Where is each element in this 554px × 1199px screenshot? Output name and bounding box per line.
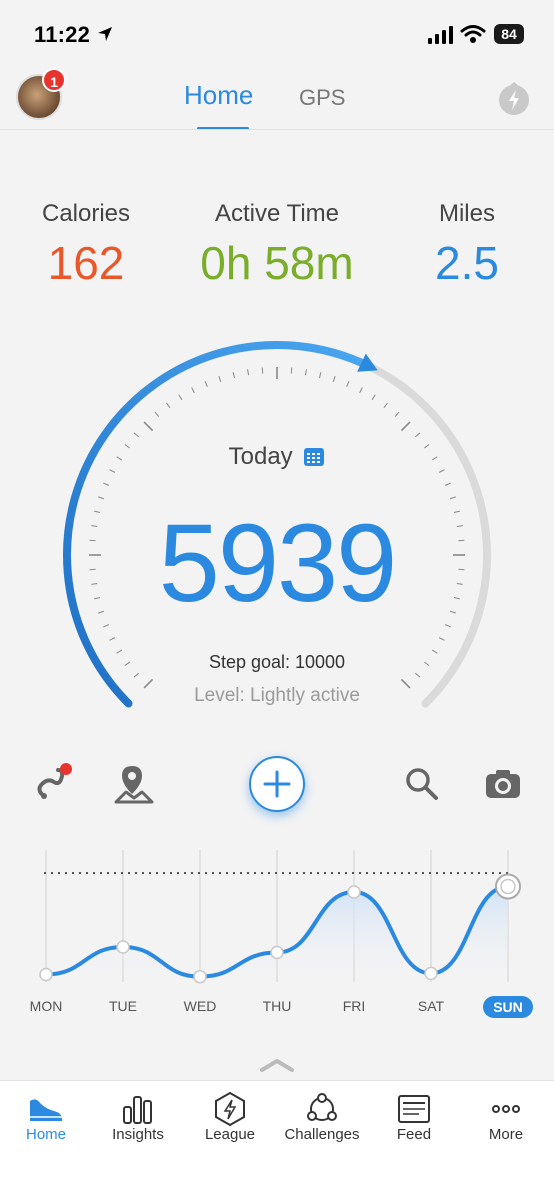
nav-home-label[interactable]: Home bbox=[0, 1126, 92, 1143]
gauge-tick bbox=[154, 411, 160, 417]
search-icon[interactable] bbox=[404, 766, 440, 802]
gauge-tick bbox=[371, 394, 376, 401]
shoe-icon bbox=[30, 1099, 62, 1121]
gauge-tick bbox=[444, 482, 451, 486]
nav-insights[interactable] bbox=[92, 1092, 184, 1126]
day-label-fri[interactable]: FRI bbox=[324, 998, 384, 1014]
nav-more[interactable] bbox=[460, 1092, 552, 1126]
gauge-tick bbox=[166, 402, 171, 409]
active-time-label: Active Time bbox=[214, 200, 340, 227]
day-label-sun[interactable]: SUN bbox=[483, 996, 533, 1018]
challenges-icon bbox=[307, 1093, 337, 1121]
gauge-tick bbox=[415, 432, 421, 438]
gauge-tick bbox=[359, 387, 363, 394]
add-activity-button[interactable] bbox=[249, 756, 305, 812]
day-label-mon[interactable]: MON bbox=[16, 998, 76, 1014]
active-time-value: 0h 58m bbox=[200, 237, 354, 289]
day-point bbox=[116, 940, 130, 954]
day-point bbox=[39, 967, 53, 982]
gauge-tick bbox=[400, 421, 411, 432]
step-count: 5939 bbox=[158, 502, 398, 625]
gauge-tick bbox=[346, 381, 350, 388]
chevron-up-icon[interactable] bbox=[260, 1058, 294, 1072]
gauge-tick bbox=[449, 496, 456, 500]
notification-badge: 1 bbox=[42, 68, 66, 92]
gauge-tick bbox=[218, 376, 222, 383]
calories-label: Calories bbox=[41, 200, 131, 227]
gauge-tick bbox=[247, 369, 250, 376]
gauge-tick bbox=[394, 411, 400, 417]
tab-home[interactable]: Home bbox=[184, 80, 253, 111]
bar-chart-icon bbox=[123, 1096, 152, 1124]
day-label-tue[interactable]: TUE bbox=[93, 998, 153, 1014]
day-point bbox=[500, 878, 516, 895]
day-label-thu[interactable]: THU bbox=[247, 998, 307, 1014]
nav-league-label[interactable]: League bbox=[184, 1126, 276, 1143]
nav-more-label[interactable]: More bbox=[460, 1126, 552, 1143]
add-icon bbox=[263, 770, 291, 798]
today-label[interactable]: Today bbox=[0, 443, 554, 471]
nav-feed[interactable] bbox=[368, 1092, 460, 1126]
miles-label: Miles bbox=[438, 200, 495, 227]
nav-home[interactable] bbox=[0, 1092, 92, 1126]
day-label-wed[interactable]: WED bbox=[170, 998, 230, 1014]
gauge-tick bbox=[178, 394, 183, 401]
more-icon bbox=[492, 1105, 520, 1113]
day-point bbox=[270, 945, 284, 960]
gauge-tick bbox=[133, 672, 139, 678]
nav-insights-label[interactable]: Insights bbox=[92, 1126, 184, 1143]
day-point bbox=[347, 885, 361, 899]
nav-league[interactable] bbox=[184, 1092, 276, 1126]
gauge-tick bbox=[143, 421, 154, 432]
battery-level: 84 bbox=[494, 24, 524, 44]
calories-value: 162 bbox=[47, 237, 125, 289]
nav-feed-label[interactable]: Feed bbox=[368, 1126, 460, 1143]
day-point bbox=[193, 969, 207, 984]
miles-value: 2.5 bbox=[435, 237, 499, 289]
gauge-tick bbox=[133, 432, 139, 438]
map-pin-icon[interactable] bbox=[112, 762, 156, 806]
app-screen: 11:22 84 1 Home GPS Calories 162 Active … bbox=[0, 0, 554, 1199]
today-text: Today bbox=[228, 443, 293, 470]
gauge-tick bbox=[191, 387, 195, 394]
nav-challenges-label[interactable]: Challenges bbox=[276, 1126, 368, 1143]
gauge-tick bbox=[109, 637, 116, 641]
gauge-tick bbox=[319, 372, 322, 379]
gauge-tick bbox=[415, 672, 421, 678]
day-label-sat[interactable]: SAT bbox=[401, 998, 461, 1014]
location-arrow-icon bbox=[98, 27, 112, 41]
nav-challenges[interactable] bbox=[276, 1092, 368, 1126]
gauge-tick bbox=[98, 496, 105, 500]
gauge-tick bbox=[332, 376, 336, 383]
feed-icon bbox=[398, 1095, 430, 1123]
gauge-tick bbox=[304, 369, 307, 376]
gauge-tick bbox=[103, 482, 110, 486]
status-time: 11:22 bbox=[34, 22, 91, 47]
gauge-tick bbox=[383, 402, 388, 409]
route-icon[interactable] bbox=[32, 762, 74, 804]
weekly-step-chart bbox=[39, 850, 521, 984]
league-icon bbox=[215, 1092, 245, 1126]
activity-level: Level: Lightly active bbox=[194, 685, 360, 706]
signal-icon bbox=[428, 26, 453, 44]
gauge-tick bbox=[204, 381, 208, 388]
boost-icon[interactable] bbox=[496, 80, 532, 116]
tab-gps[interactable]: GPS bbox=[299, 85, 345, 111]
wifi-icon bbox=[460, 25, 486, 43]
day-point bbox=[424, 966, 438, 981]
gauge-tick bbox=[232, 372, 235, 379]
header-divider bbox=[0, 129, 554, 130]
camera-icon[interactable] bbox=[484, 768, 522, 800]
gauge-tick bbox=[438, 637, 445, 641]
calendar-icon[interactable] bbox=[303, 445, 325, 467]
step-goal: Step goal: 10000 bbox=[208, 652, 346, 672]
